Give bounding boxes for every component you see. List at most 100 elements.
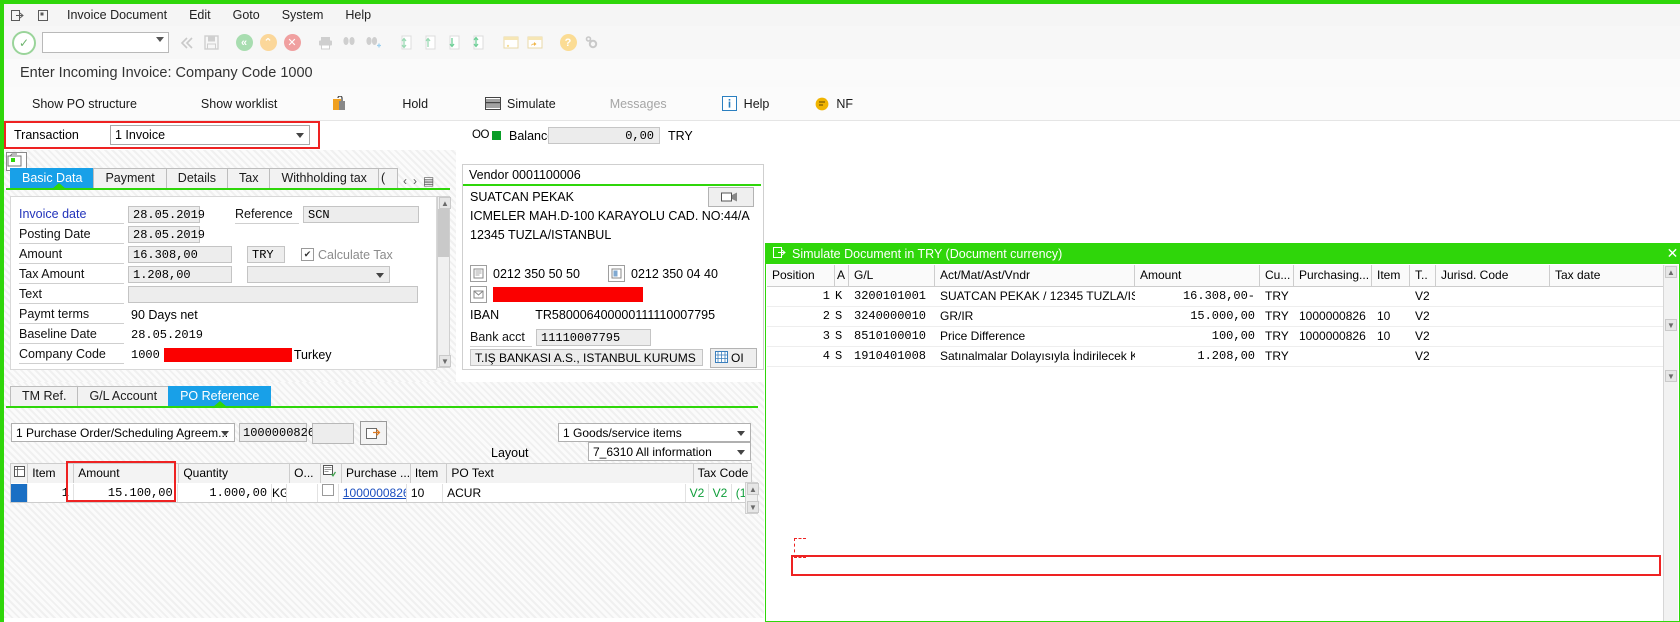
- layout-select[interactable]: 7_6310 All information: [588, 442, 751, 461]
- invoice-date-input[interactable]: 28.05.2019: [128, 206, 205, 223]
- basic-data-scroll-thumb[interactable]: [438, 209, 449, 257]
- chevron-down-icon[interactable]: [156, 37, 164, 42]
- currency-input[interactable]: TRY: [247, 246, 285, 263]
- cancel-icon[interactable]: ✕: [280, 31, 304, 55]
- scroll-down-icon[interactable]: ▼: [747, 501, 759, 513]
- previous-page-icon[interactable]: [418, 31, 442, 55]
- tax-code-select[interactable]: [247, 266, 390, 283]
- po-navigate-button[interactable]: [360, 421, 387, 445]
- items-grid-scrollbar[interactable]: ▲ ▼: [745, 482, 759, 514]
- col-quantity[interactable]: Quantity: [179, 464, 291, 483]
- scroll-up-icon[interactable]: ▲: [1665, 266, 1677, 278]
- col-item[interactable]: Item: [28, 464, 75, 483]
- exit-icon[interactable]: ⌃: [256, 31, 280, 55]
- calculate-tax-checkbox[interactable]: ✔: [301, 248, 314, 261]
- hold-button[interactable]: Hold: [388, 92, 442, 116]
- find-next-icon[interactable]: [361, 31, 385, 55]
- col-o[interactable]: O...: [290, 464, 321, 483]
- row-selector[interactable]: [11, 483, 29, 502]
- sim-col-amount[interactable]: Amount: [1135, 265, 1260, 286]
- tax-amount-input[interactable]: 1.208,00: [128, 266, 232, 283]
- tab-gl-account[interactable]: G/L Account: [77, 386, 170, 406]
- grid-select-all-icon[interactable]: [11, 464, 29, 483]
- tab-prev-icon[interactable]: ‹: [403, 174, 407, 188]
- chevron-down-icon[interactable]: [737, 450, 745, 455]
- menu-invoice-document[interactable]: Invoice Document: [56, 5, 178, 25]
- chevron-down-icon[interactable]: [296, 133, 304, 138]
- first-page-icon[interactable]: [394, 31, 418, 55]
- table-row[interactable]: 4 S 1910401008 Satınalmalar Dolayısıyla …: [767, 347, 1678, 367]
- command-field[interactable]: [42, 32, 169, 53]
- table-row[interactable]: 3 S 8510100010 Price Difference 100,00 T…: [767, 327, 1678, 347]
- col-amount[interactable]: Amount: [74, 464, 180, 483]
- create-shortcut-icon[interactable]: [499, 31, 523, 55]
- scroll-down-icon[interactable]: ▼: [439, 355, 451, 367]
- tab-withholding-tax[interactable]: Withholding tax: [269, 168, 379, 188]
- cell-checkbox[interactable]: [318, 483, 339, 502]
- goods-service-items-select[interactable]: 1 Goods/service items: [558, 423, 751, 442]
- bank-name-input[interactable]: T.IŞ BANKASI A.S., ISTANBUL KURUMS: [470, 349, 703, 366]
- messages-button[interactable]: Messages: [596, 92, 681, 116]
- sim-col-a[interactable]: A: [835, 265, 849, 286]
- open-items-button[interactable]: OI: [710, 348, 757, 368]
- find-icon[interactable]: [337, 31, 361, 55]
- customize-local-layout-icon[interactable]: [523, 31, 547, 55]
- invoice-date-label[interactable]: Invoice date: [19, 205, 124, 224]
- sim-col-tax-date[interactable]: Tax date: [1550, 265, 1632, 286]
- tab-details[interactable]: Details: [165, 168, 229, 188]
- amount-input[interactable]: 16.308,00: [128, 246, 232, 263]
- tab-payment[interactable]: Payment: [93, 168, 167, 188]
- menu-goto[interactable]: Goto: [222, 5, 271, 25]
- reference-input[interactable]: SCN: [303, 206, 419, 223]
- col-po-text[interactable]: PO Text: [447, 464, 694, 483]
- back-icon[interactable]: «: [232, 31, 256, 55]
- scroll-up-icon[interactable]: ▲: [747, 483, 759, 495]
- table-row[interactable]: 1 K 3200101001 SUATCAN PEKAK / 12345 TUZ…: [767, 287, 1678, 307]
- show-po-structure-button[interactable]: Show PO structure: [18, 92, 151, 116]
- sim-col-gl[interactable]: G/L: [849, 265, 935, 286]
- collapse-icon[interactable]: [175, 31, 199, 55]
- sim-col-jurisd[interactable]: Jurisd. Code: [1436, 265, 1550, 286]
- menu-help[interactable]: Help: [334, 5, 382, 25]
- tab-overflow[interactable]: (: [377, 168, 398, 188]
- menu-system[interactable]: System: [271, 5, 335, 25]
- scroll-up-icon[interactable]: ▲: [439, 197, 451, 209]
- last-page-icon[interactable]: [466, 31, 490, 55]
- sim-col-item[interactable]: Item: [1372, 265, 1410, 286]
- simulate-button[interactable]: Simulate: [470, 92, 570, 116]
- transaction-select[interactable]: 1 Invoice: [110, 125, 310, 145]
- po-item-input[interactable]: [312, 423, 354, 444]
- help-button[interactable]: Help: [707, 92, 784, 116]
- table-row[interactable]: 2 S 3240000010 GR/IR 15.000,00 TRY 10000…: [767, 307, 1678, 327]
- scroll-page-down-icon[interactable]: ▼: [1665, 370, 1677, 382]
- settings-icon[interactable]: [580, 31, 604, 55]
- sim-col-purchasing[interactable]: Purchasing...: [1294, 265, 1372, 286]
- sim-col-t[interactable]: T..: [1410, 265, 1436, 286]
- tab-tm-ref[interactable]: TM Ref.: [10, 386, 79, 406]
- chevron-down-icon[interactable]: [376, 273, 384, 278]
- next-page-icon[interactable]: [442, 31, 466, 55]
- table-row[interactable]: 1 15.100,00 1.000,00 KG 1000000826 10 AC…: [10, 483, 752, 503]
- posting-date-input[interactable]: 28.05.2019: [128, 226, 205, 243]
- bank-acct-input[interactable]: 11110007795: [536, 329, 651, 346]
- close-icon[interactable]: ✕: [1665, 245, 1680, 261]
- simulate-dialog-scrollbar[interactable]: ▲ ▼ ▼: [1663, 265, 1678, 621]
- sim-col-act[interactable]: Act/Mat/Ast/Vndr: [935, 265, 1135, 286]
- col-purchase-order[interactable]: Purchase ...: [342, 464, 411, 483]
- sim-col-position[interactable]: Position: [767, 265, 835, 286]
- attachment-button[interactable]: [317, 92, 362, 116]
- text-input[interactable]: [128, 286, 418, 303]
- nf-button[interactable]: NF: [799, 92, 867, 116]
- help-icon[interactable]: ?: [556, 31, 580, 55]
- menu-edit[interactable]: Edit: [178, 5, 222, 25]
- save-icon[interactable]: [199, 31, 223, 55]
- tab-tax[interactable]: Tax: [227, 168, 271, 188]
- cell-purchase-order[interactable]: 1000000826: [339, 483, 407, 502]
- chevron-down-icon[interactable]: [737, 431, 745, 436]
- show-worklist-button[interactable]: Show worklist: [187, 92, 291, 116]
- basic-data-scrollbar[interactable]: ▲ ▼: [437, 196, 451, 368]
- session-exit-icon[interactable]: [4, 5, 30, 25]
- enter-icon[interactable]: ✓: [12, 30, 36, 55]
- tab-list-icon[interactable]: ▤: [423, 174, 434, 188]
- new-session-icon[interactable]: [30, 5, 56, 25]
